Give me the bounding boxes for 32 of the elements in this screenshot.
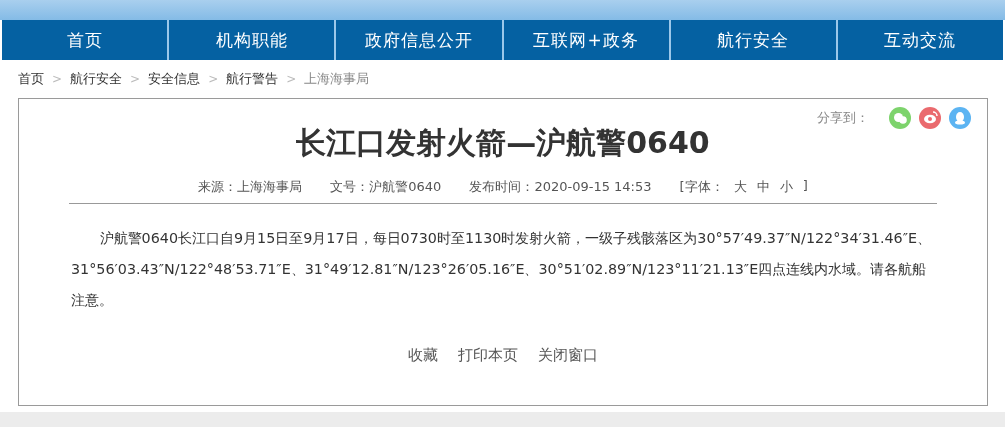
font-size-link[interactable]: 中 xyxy=(756,178,770,196)
nav-tab[interactable]: 互动交流 xyxy=(837,20,1004,60)
breadcrumb-link[interactable]: 航行安全 xyxy=(70,70,123,88)
meta-info: 来源：上海海事局 xyxy=(198,178,303,196)
breadcrumb-link[interactable]: 安全信息 xyxy=(148,70,201,88)
breadcrumb-separator: > xyxy=(130,72,141,86)
nav-tab[interactable]: 互联网+政务 xyxy=(503,20,669,60)
article-title: 长江口发射火箭—沪航警0640 xyxy=(295,124,711,162)
share-label: 分享到： xyxy=(817,109,869,127)
font-size-link[interactable]: 大 xyxy=(733,178,747,196)
bracket: ] xyxy=(802,178,808,195)
breadcrumb-link[interactable]: 航行警告 xyxy=(226,70,279,88)
action-link[interactable]: 关闭窗口 xyxy=(538,346,598,365)
breadcrumb-separator: > xyxy=(52,72,63,86)
action-link[interactable]: 打印本页 xyxy=(458,346,518,365)
figure-icon[interactable] xyxy=(949,107,971,129)
nav-tab[interactable]: 首页 xyxy=(2,20,168,60)
article-body: 沪航警0640长江口自9月15日至9月17日，每日0730时至1130时发射火箭，一级子残骸落区为30°57′49.37″N/122°34′31.46″E、31°56′03.43″N/122°48′53.71″E、31°49′12.81″N/123°26′05.16″E、30°51′02.89″N/123°11′21.13″E四点连线内水域。请各航船注意。 xyxy=(71,229,933,310)
breadcrumb-link[interactable]: 上海海事局 xyxy=(304,70,370,88)
breadcrumb-link[interactable]: 首页 xyxy=(18,70,44,88)
chat-icon[interactable] xyxy=(889,107,911,129)
nav-tab[interactable]: 机构职能 xyxy=(169,20,335,60)
breadcrumb-separator: > xyxy=(208,72,219,86)
nav-tab[interactable]: 政府信息公开 xyxy=(336,20,502,60)
nav-tab[interactable]: 航行安全 xyxy=(670,20,836,60)
meta-info: 文号：沪航警0640 xyxy=(330,178,442,196)
action-link[interactable]: 收藏 xyxy=(408,346,438,365)
breadcrumb-separator: > xyxy=(286,72,297,86)
font-size-link[interactable]: 小 xyxy=(779,178,793,196)
font-size-label: [字体： xyxy=(679,178,724,196)
eye-icon[interactable] xyxy=(919,107,941,129)
meta-info: 发布时间：2020-09-15 14:53 xyxy=(469,178,652,196)
